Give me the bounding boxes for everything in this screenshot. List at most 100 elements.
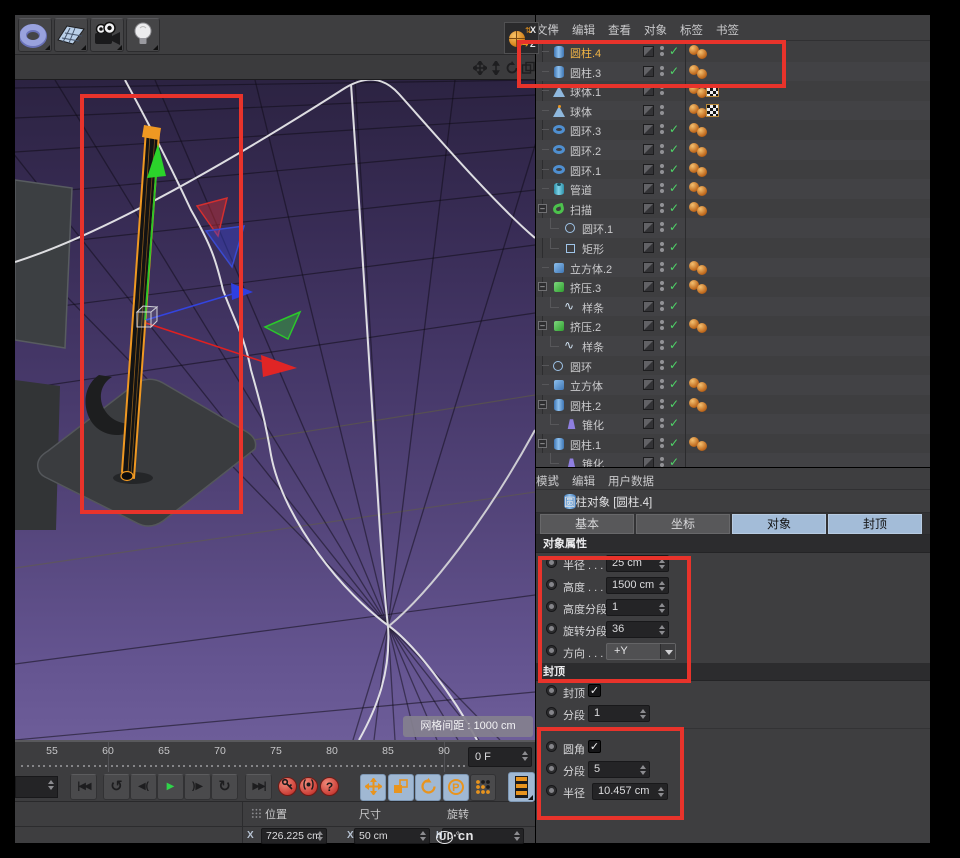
object-label[interactable]: 挤压.2 <box>570 319 601 335</box>
object-label[interactable]: 圆环.1 <box>570 163 601 179</box>
object-label[interactable]: 球体 <box>570 104 592 120</box>
enabled-check-icon[interactable]: ✓ <box>669 299 679 313</box>
material-tag-icon[interactable] <box>697 265 707 275</box>
render-visibility-dot[interactable] <box>660 326 664 330</box>
material-tag-icon[interactable] <box>697 167 707 177</box>
spinner-icon[interactable] <box>659 559 666 569</box>
goto-start-button[interactable]: |◀◀ <box>70 774 97 800</box>
layer-swatch[interactable] <box>643 457 654 467</box>
object-label[interactable]: 圆柱.1 <box>570 437 601 453</box>
object-row-挤压.3[interactable]: –挤压.3✓ <box>536 277 930 297</box>
layer-swatch[interactable] <box>643 399 654 410</box>
layer-swatch[interactable] <box>643 164 654 175</box>
object-label[interactable]: 立方体 <box>570 378 603 394</box>
x-axis-arrow[interactable] <box>261 355 297 377</box>
collapse-icon[interactable]: – <box>538 282 547 291</box>
goto-end-button[interactable]: ▶▶| <box>245 774 272 800</box>
editor-visibility-dot[interactable] <box>660 66 664 70</box>
render-marker-button[interactable] <box>508 772 535 802</box>
am-menu-用户数据[interactable]: 用户数据 <box>608 473 654 489</box>
spinner-icon[interactable] <box>659 603 666 613</box>
om-menu-标签[interactable]: 标签 <box>680 22 703 38</box>
am-menu-编辑[interactable]: 编辑 <box>572 473 595 489</box>
input-半径[interactable]: 10.457 cm <box>592 783 668 800</box>
object-row-扫描[interactable]: –扫描✓ <box>536 199 930 219</box>
layer-swatch[interactable] <box>643 379 654 390</box>
editor-visibility-dot[interactable] <box>660 399 664 403</box>
editor-visibility-dot[interactable] <box>660 418 664 422</box>
section-header-封顶[interactable]: 封顶 <box>536 663 930 681</box>
material-tag-icon[interactable] <box>697 69 707 79</box>
enabled-check-icon[interactable]: ✓ <box>669 240 679 254</box>
panel-grip-icon[interactable] <box>251 808 262 819</box>
layer-swatch[interactable] <box>643 418 654 429</box>
render-visibility-dot[interactable] <box>660 366 664 370</box>
input-分段[interactable]: 1 <box>588 705 650 722</box>
am-menu-模式[interactable]: 模式 <box>536 473 559 489</box>
object-row-球体.1[interactable]: 球体.1 <box>536 81 930 101</box>
material-tag-icon[interactable] <box>697 206 707 216</box>
layer-swatch[interactable] <box>643 46 654 57</box>
current-frame-field[interactable]: 0 F <box>468 747 532 767</box>
camera-tool-button[interactable] <box>90 18 124 52</box>
object-row-圆环[interactable]: 圆环✓ <box>536 356 930 376</box>
frame-entry-field[interactable] <box>15 776 58 798</box>
enabled-check-icon[interactable]: ✓ <box>669 338 679 352</box>
render-visibility-dot[interactable] <box>660 130 664 134</box>
animation-radio-icon[interactable] <box>546 741 557 752</box>
object-row-圆环.1[interactable]: 圆环.1✓ <box>536 218 930 238</box>
keyframe-rotation-button[interactable] <box>415 774 441 801</box>
animation-radio-icon[interactable] <box>546 601 557 612</box>
enabled-check-icon[interactable]: ✓ <box>669 279 679 293</box>
object-row-挤压.2[interactable]: –挤压.2✓ <box>536 316 930 336</box>
layer-swatch[interactable] <box>643 66 654 77</box>
object-label[interactable]: 圆环.1 <box>582 221 613 237</box>
object-row-圆环.2[interactable]: 圆环.2✓ <box>536 140 930 160</box>
render-visibility-dot[interactable] <box>660 444 664 448</box>
layer-swatch[interactable] <box>643 360 654 371</box>
collapse-icon[interactable]: – <box>538 439 547 448</box>
animation-radio-icon[interactable] <box>546 623 557 634</box>
editor-visibility-dot[interactable] <box>660 262 664 266</box>
checkbox-圆角[interactable]: ✓ <box>588 740 601 753</box>
collapse-icon[interactable]: – <box>538 400 547 409</box>
object-row-锥化[interactable]: 锥化✓ <box>536 414 930 434</box>
enabled-check-icon[interactable]: ✓ <box>669 436 679 450</box>
enabled-check-icon[interactable]: ✓ <box>669 44 679 58</box>
material-tag-icon[interactable] <box>697 186 707 196</box>
object-label[interactable]: 扫描 <box>570 202 592 218</box>
keyframe-point-level-button[interactable] <box>470 774 496 801</box>
editor-visibility-dot[interactable] <box>660 379 664 383</box>
spinner-icon[interactable] <box>522 751 529 761</box>
keyframe-parameter-button[interactable]: P <box>443 774 469 801</box>
enabled-check-icon[interactable]: ✓ <box>669 162 679 176</box>
object-row-立方体.2[interactable]: 立方体.2✓ <box>536 258 930 278</box>
z-plane-handle[interactable] <box>206 226 244 267</box>
spinner-icon[interactable] <box>640 709 647 719</box>
object-row-立方体[interactable]: 立方体 ✓ <box>536 375 930 395</box>
enabled-check-icon[interactable]: ✓ <box>669 377 679 391</box>
object-row-圆柱.2[interactable]: –圆柱.2✓ <box>536 395 930 415</box>
layer-swatch[interactable] <box>643 203 654 214</box>
editor-visibility-dot[interactable] <box>660 46 664 50</box>
enabled-check-icon[interactable]: ✓ <box>669 181 679 195</box>
collapse-icon[interactable]: – <box>538 204 547 213</box>
layer-swatch[interactable] <box>643 124 654 135</box>
object-label[interactable]: 样条 <box>582 300 604 316</box>
collapse-icon[interactable]: – <box>538 321 547 330</box>
enabled-check-icon[interactable]: ✓ <box>669 64 679 78</box>
material-tag-icon[interactable] <box>697 441 707 451</box>
editor-visibility-dot[interactable] <box>660 438 664 442</box>
om-menu-编辑[interactable]: 编辑 <box>572 22 595 38</box>
render-visibility-dot[interactable] <box>660 170 664 174</box>
coord-input-0[interactable]: 726.225 cm <box>261 828 327 844</box>
enabled-check-icon[interactable]: ✓ <box>669 142 679 156</box>
render-visibility-dot[interactable] <box>660 209 664 213</box>
spinner-icon[interactable] <box>48 780 55 790</box>
material-tag-icon[interactable] <box>697 382 707 392</box>
spinner-icon[interactable] <box>659 625 666 635</box>
object-label[interactable]: 管道 <box>570 182 592 198</box>
animation-radio-icon[interactable] <box>546 579 557 590</box>
spinner-icon[interactable] <box>659 581 666 591</box>
editor-visibility-dot[interactable] <box>660 164 664 168</box>
